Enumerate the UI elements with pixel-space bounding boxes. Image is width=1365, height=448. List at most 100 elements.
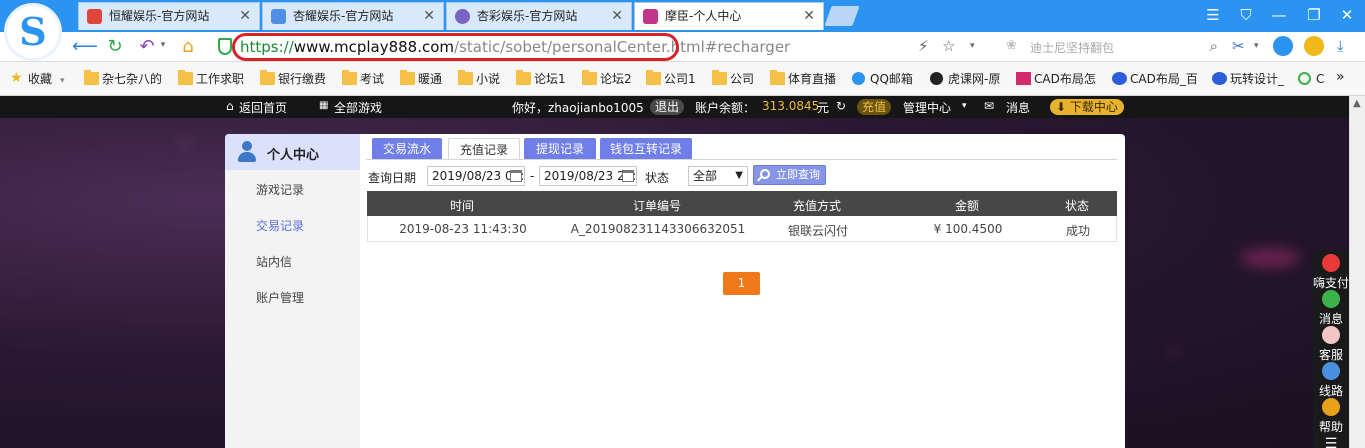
status-label: 状态 [645,171,670,185]
query-now-button[interactable]: 立即查询 [753,165,826,185]
right-float-menu: 嗨支付 消息 客服 线路 帮助 ☰ [1313,250,1349,448]
float-collapse-icon[interactable]: ☰ [1313,436,1349,448]
chevron-down-icon: ▼ [735,170,743,181]
table-header: 时间 订单编号 充值方式 金额 状态 [367,191,1117,216]
search-box[interactable]: ❀ 迪士尼坚持翻包 ⌕ [1000,36,1220,58]
tab-close-icon[interactable]: ✕ [611,3,623,29]
bookmark-favorites[interactable]: ★ 收藏 ▾ [10,70,65,87]
bookmark-star-icon[interactable]: ☆ [942,37,955,55]
float-item-help[interactable]: 帮助 [1313,398,1349,435]
translate-icon[interactable] [1273,36,1293,56]
new-tab-button[interactable] [824,6,860,26]
bookmark-folder[interactable]: 考试 [342,70,385,87]
bookmark-huke[interactable]: 虎课网-原 [930,71,1000,87]
pagination-page-1[interactable]: 1 [723,272,760,295]
browser-tab[interactable]: 杏耀娱乐-官方网站 ✕ [262,2,444,30]
calendar-icon[interactable] [510,170,522,182]
date-from-input[interactable]: 2019/08/23 00:00 [427,166,525,186]
float-item-messages[interactable]: 消息 [1313,290,1349,327]
bookmark-cad1[interactable]: CAD布局怎 [1016,71,1096,87]
bookmark-folder[interactable]: 论坛1 [516,70,566,87]
back-home-link[interactable]: 返回首页 [239,99,287,116]
minimize-icon[interactable]: — [1266,6,1292,24]
browser-tab-bar: 恒耀娱乐-官方网站 ✕ 杏耀娱乐-官方网站 ✕ 杏彩娱乐-官方网站 ✕ 摩臣-个… [0,0,1365,32]
sidebar-item-account-management[interactable]: 账户管理 [256,289,304,306]
bookmark-folder[interactable]: 公司 [712,70,754,87]
bookmark-folder[interactable]: 杂七杂八的 [84,70,163,87]
folder-icon [400,70,415,85]
tab-close-icon[interactable]: ✕ [239,3,251,29]
status-select[interactable]: 全部 ▼ [688,166,748,186]
calendar-icon[interactable] [622,170,634,182]
back-icon[interactable]: ⟵ [72,36,98,57]
bookmark-label: 虎课网-原 [948,72,1001,86]
baidu-paw-icon [1212,72,1227,85]
refresh-icon[interactable]: ↻ [104,36,126,57]
close-window-icon[interactable]: ✕ [1334,6,1360,24]
float-item-routes[interactable]: 线路 [1313,362,1349,399]
bookmark-folder[interactable]: 暖通 [400,70,442,87]
float-item-pay[interactable]: 嗨支付 [1313,254,1349,291]
page-scrollbar[interactable]: ▲ [1349,96,1365,448]
sidebar-item-game-records[interactable]: 游戏记录 [256,181,304,198]
bookmark-cad2[interactable]: CAD布局_百 [1112,71,1198,87]
bookmark-folder[interactable]: 公司1 [646,70,696,87]
bookmark-folder[interactable]: 体育直播 [770,70,836,87]
bookmark-folder[interactable]: 工作求职 [178,70,244,87]
bookmark-folder[interactable]: 小说 [458,70,500,87]
menu-icon[interactable]: ☰ [1200,6,1226,24]
download-center-button[interactable]: ⬇ 下载中心 [1050,99,1124,115]
site-favicon-icon [643,9,658,24]
undo-dropdown-icon[interactable]: ▾ [152,40,174,50]
bookmark-folder[interactable]: 银行缴费 [260,70,326,87]
refresh-balance-icon[interactable]: ↻ [836,99,846,113]
table-row: 2019-08-23 11:43:30 A_201908231143306632… [367,216,1117,242]
browser-tab[interactable]: 恒耀娱乐-官方网站 ✕ [78,2,260,30]
qq-mail-icon [852,72,865,85]
logout-button[interactable]: 退出 [650,99,685,115]
bookmarks-overflow-button[interactable]: » [1336,69,1345,85]
sidebar-item-inbox[interactable]: 站内信 [256,253,292,270]
bookmark-label: 论坛2 [600,72,632,86]
bookmarks-bar: ★ 收藏 ▾ 杂七杂八的 工作求职 银行缴费 考试 暖通 小说 论坛1 论坛2 公司… [0,62,1365,96]
messages-link[interactable]: 消息 [1006,99,1030,116]
bookmark-label: C [1316,72,1325,86]
scissors-icon[interactable]: ✂ [1232,37,1245,55]
bookmark-label: 考试 [360,72,385,86]
sidebar-item-transaction-records[interactable]: 交易记录 [256,217,304,234]
all-games-link[interactable]: 全部游戏 [334,99,382,116]
tab-wallet-transfer-records[interactable]: 钱包互转记录 [600,138,692,160]
site-favicon-icon [87,9,102,24]
browser-tab[interactable]: 杏彩娱乐-官方网站 ✕ [446,2,632,30]
tab-close-icon[interactable]: ✕ [803,3,815,29]
bookmark-label: 杂七杂八的 [102,72,163,86]
scissors-dropdown-icon[interactable]: ▾ [1254,41,1259,51]
bookmark-c[interactable]: C [1298,71,1324,87]
recharge-button[interactable]: 充值 [857,99,892,115]
float-item-service[interactable]: 客服 [1313,326,1349,363]
bookmark-folder[interactable]: 论坛2 [582,70,632,87]
star-dropdown-icon[interactable]: ▾ [970,41,975,51]
home-icon[interactable]: ⌂ [177,36,199,57]
tab-recharge-records[interactable]: 充值记录 [448,138,520,160]
tab-close-icon[interactable]: ✕ [423,3,435,29]
skin-icon[interactable]: ⛉ [1233,6,1259,24]
emoji-icon[interactable] [1304,36,1324,56]
scroll-up-icon[interactable]: ▲ [1353,98,1361,109]
folder-icon [342,70,357,85]
bookmark-design[interactable]: 玩转设计_ [1212,71,1284,87]
float-item-label: 嗨支付 [1313,276,1350,290]
tab-withdraw-records[interactable]: 提现记录 [524,138,596,160]
maximize-icon[interactable]: ❐ [1301,6,1327,24]
date-to-input[interactable]: 2019/08/23 23:59 [539,166,637,186]
download-icon[interactable]: ⤓ [1337,37,1344,55]
search-icon[interactable]: ⌕ [1210,37,1218,55]
manage-center-link[interactable]: 管理中心 [903,99,951,116]
tab-title: 摩臣-个人中心 [665,9,742,23]
browser-tab-active[interactable]: 摩臣-个人中心 ✕ [634,2,824,30]
bookmark-qqmail[interactable]: QQ邮箱 [852,71,913,87]
bg-sparkle [70,318,74,322]
lightning-icon[interactable]: ⚡ [918,37,929,55]
tab-transaction-flow[interactable]: 交易流水 [372,138,442,160]
bookmark-label: 收藏 [28,72,53,86]
